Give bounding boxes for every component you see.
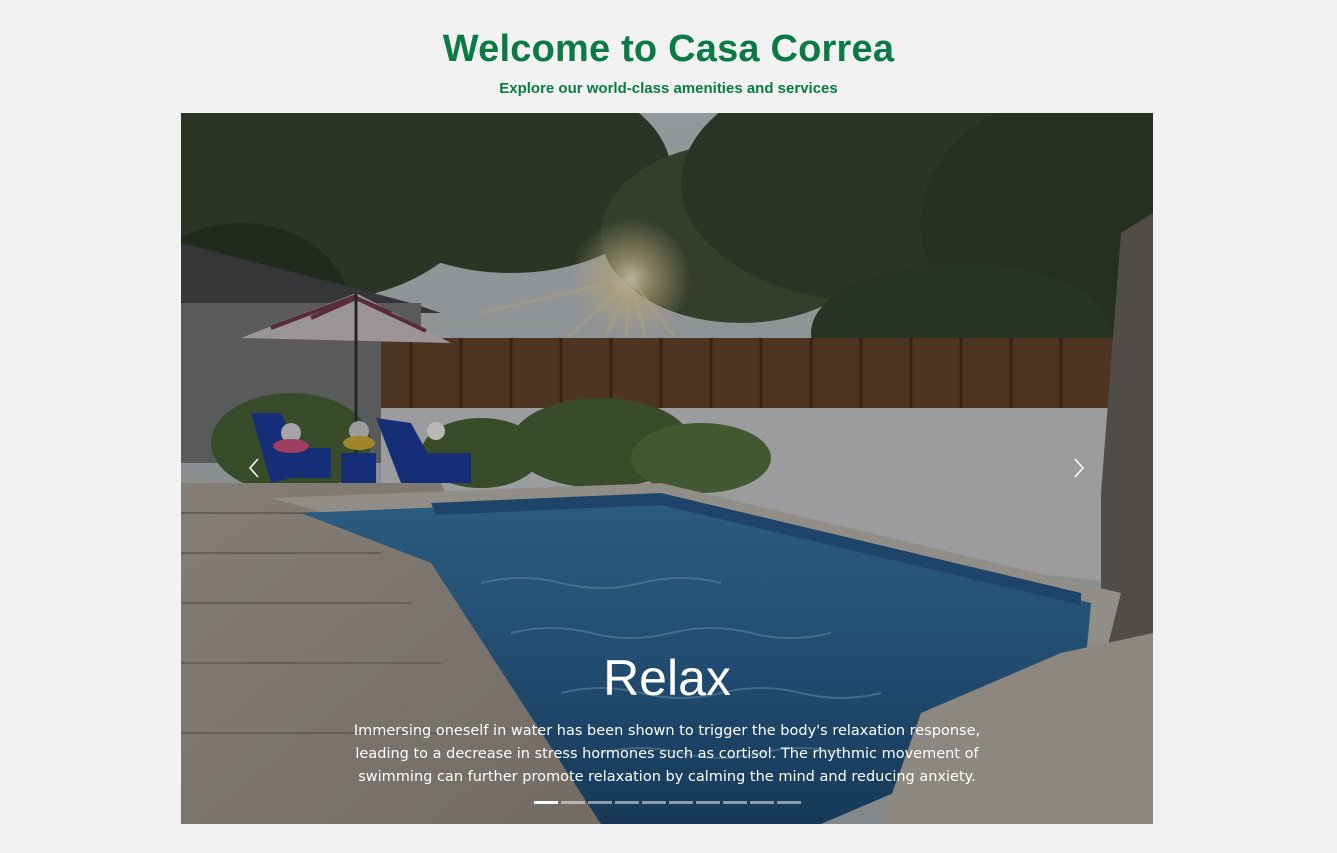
carousel-indicator[interactable] — [587, 801, 612, 804]
carousel-indicator[interactable] — [776, 801, 801, 804]
carousel-indicator[interactable] — [533, 801, 558, 804]
page-header: Welcome to Casa Correa Explore our world… — [0, 0, 1337, 98]
page-title: Welcome to Casa Correa — [442, 28, 895, 70]
carousel-next-button[interactable] — [1064, 453, 1094, 483]
carousel-prev-button[interactable] — [239, 453, 269, 483]
carousel-indicator[interactable] — [668, 801, 693, 804]
slide-description: Immersing oneself in water has been show… — [353, 723, 981, 785]
carousel-indicator[interactable] — [695, 801, 720, 804]
carousel-indicator[interactable] — [722, 801, 747, 804]
page-subtitle: Explore our world-class amenities and se… — [499, 80, 838, 97]
image-carousel[interactable]: Relax Immersing oneself in water has bee… — [181, 113, 1153, 824]
carousel-indicator[interactable] — [614, 801, 639, 804]
chevron-right-icon — [1074, 458, 1085, 478]
carousel-indicator[interactable] — [749, 801, 774, 804]
carousel-indicator[interactable] — [641, 801, 666, 804]
carousel-indicators — [181, 801, 1153, 804]
slide-title: Relax — [603, 650, 731, 706]
slide-caption: Relax Immersing oneself in water has bee… — [181, 649, 1153, 789]
carousel-indicator[interactable] — [560, 801, 585, 804]
chevron-left-icon — [248, 458, 259, 478]
